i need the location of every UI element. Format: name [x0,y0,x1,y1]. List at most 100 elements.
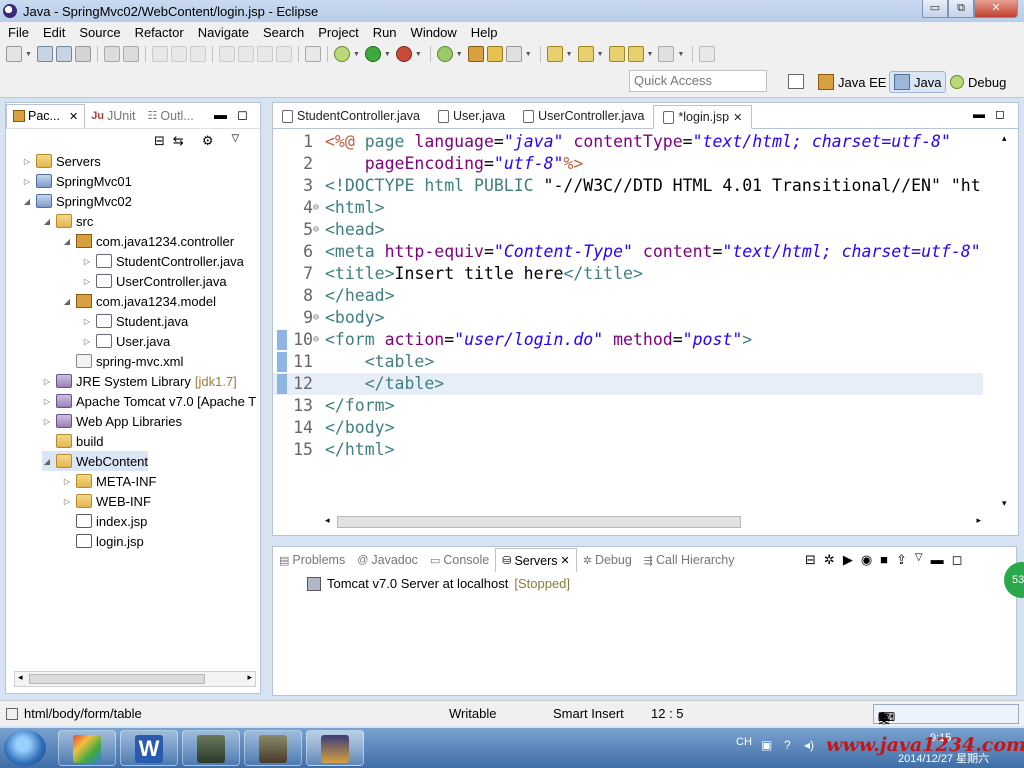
quick-access-input[interactable]: Quick Access [629,70,767,92]
expanded-arrow-icon[interactable]: ◢ [62,237,72,246]
collapsed-arrow-icon[interactable]: ▷ [82,337,92,346]
code-line[interactable]: 7 <title>Insert title here</title> [273,263,983,285]
minimize-view-icon[interactable]: ▬ [214,107,227,122]
new-java-class-icon[interactable] [436,46,453,62]
menu-source[interactable]: Source [72,25,127,40]
close-icon[interactable]: ✕ [69,110,78,123]
perspective-java-ee[interactable]: Java EE [814,71,890,93]
profile-server-icon[interactable]: ◉ [861,552,872,568]
code-line[interactable]: 4 ⊖ <html> [273,197,983,219]
perspective-java[interactable]: Java [889,71,947,93]
previous-annotation-icon[interactable] [577,46,594,62]
external-tools-icon[interactable] [395,46,412,62]
minimize-button[interactable]: ▭ [922,0,948,18]
expanded-arrow-icon[interactable]: ◢ [42,217,52,226]
back-icon[interactable] [627,46,644,62]
minimize-view-icon[interactable]: ▬ [931,552,944,568]
stop-server-icon[interactable]: ■ [880,552,888,568]
wrench-icon[interactable]: ✎ [878,710,888,724]
code-line[interactable]: 2 pageEncoding="utf-8"%> [273,153,983,175]
fold-icon[interactable]: ⊖ [313,329,319,351]
clock-date[interactable]: 2014/12/27 星期六 [898,750,989,766]
code-line[interactable]: 5 ⊖ <head> [273,219,983,241]
scroll-down-icon[interactable]: ▾ [1002,498,1007,509]
menu-window[interactable]: Window [404,25,464,40]
tree-item[interactable]: ▷ Student.java [82,311,188,331]
editor-horizontal-scrollbar[interactable]: ◂ ▸ [325,515,981,529]
focus-icon[interactable]: ⚙ [202,133,214,149]
maximize-view-icon[interactable]: ◻ [952,552,963,568]
maximize-button[interactable]: ⧉ [948,0,974,18]
open-perspective-icon[interactable] [788,74,804,89]
volume-icon[interactable]: ◂) [804,738,814,752]
code-line[interactable]: 8 </head> [273,285,983,307]
bottom-tab[interactable]: ▤ Problems [273,548,351,572]
fold-icon[interactable]: ⊖ [313,307,319,329]
collapsed-arrow-icon[interactable]: ▷ [42,397,52,406]
open-folder-icon[interactable] [486,46,503,62]
editor-tab[interactable]: User.java [429,104,514,128]
bottom-tab[interactable]: ⇶ Call Hierarchy [638,548,741,572]
back-dropdown-icon[interactable]: ▼ [647,51,654,58]
toggle-breadcrumb-icon[interactable] [103,46,120,62]
expanded-arrow-icon[interactable]: ◢ [62,297,72,306]
editor-tab[interactable]: UserController.java [514,104,653,128]
save-icon[interactable] [36,46,53,62]
previous-annotation-dropdown-icon[interactable]: ▼ [597,51,604,58]
view-menu-icon[interactable]: ▽ [231,133,239,149]
fold-icon[interactable]: ⊖ [313,197,319,219]
tab-junit[interactable]: Ju JUnit [85,104,141,128]
tree-item[interactable]: ▷ Apache Tomcat v7.0 [Apache T [42,391,256,411]
collapse-icon[interactable]: ⊟ [805,552,816,568]
collapsed-arrow-icon[interactable]: ▷ [62,477,72,486]
expanded-arrow-icon[interactable]: ◢ [22,197,32,206]
code-line[interactable]: 12 </table> [273,373,983,395]
code-area[interactable]: 1 <%@ page language="java" contentType="t… [273,131,983,511]
collapse-all-icon[interactable]: ⊟ [154,133,165,149]
code-line[interactable]: 1 <%@ page language="java" contentType="t… [273,131,983,153]
tree-item[interactable]: index.jsp [62,511,147,531]
taskbar-app-word[interactable]: W [120,730,178,766]
menu-file[interactable]: File [0,25,36,40]
maximize-editor-icon[interactable]: ◻ [995,107,1005,121]
next-annotation-dropdown-icon[interactable]: ▼ [566,51,573,58]
menu-help[interactable]: Help [464,25,505,40]
undo-icon[interactable] [151,46,168,62]
network-icon[interactable]: ▣ [761,738,772,752]
new-dropdown-icon[interactable]: ▼ [25,51,32,58]
save-all-icon[interactable] [55,46,72,62]
scroll-left-icon[interactable]: ◂ [18,672,23,683]
menu-run[interactable]: Run [366,25,404,40]
tree-item[interactable]: ◢ src [42,211,93,231]
print-icon[interactable] [74,46,91,62]
ime-toolbar[interactable]: Ⓠ 英 ☾ °, ⌨ ✥ ✎ [873,704,1019,726]
tree-item[interactable]: ▷ WEB-INF [62,491,151,511]
view-menu-icon[interactable]: ▽ [915,552,923,568]
search-dropdown-icon[interactable]: ▼ [525,51,532,58]
menu-search[interactable]: Search [256,25,311,40]
new-icon[interactable] [6,46,22,62]
tree-item[interactable]: ▷ SpringMvc01 [22,171,132,191]
code-line[interactable]: 13 </form> [273,395,983,417]
menu-edit[interactable]: Edit [36,25,72,40]
last-edit-location-icon[interactable] [608,46,625,62]
refresh-icon[interactable] [189,46,206,62]
mark-occurrences-icon[interactable] [122,46,139,62]
open-type-icon[interactable] [467,46,484,62]
tree-item[interactable]: spring-mvc.xml [62,351,183,371]
tree-item[interactable]: ◢ com.java1234.model [62,291,216,311]
editor-tab[interactable]: *login.jsp ✕ [653,105,753,129]
code-line[interactable]: 9 ⊖ <body> [273,307,983,329]
minimize-editor-icon[interactable]: ▬ [973,107,985,121]
tree-item[interactable]: ▷ META-INF [62,471,157,491]
tree-item[interactable]: ◢ WebContent [42,451,149,471]
horizontal-scrollbar[interactable]: ◂ ▸ [14,671,256,687]
tree-item[interactable]: ▷ StudentController.java [82,251,244,271]
scrollbar-thumb[interactable] [29,674,205,684]
taskbar-app-tool[interactable] [182,730,240,766]
help-icon[interactable]: ? [784,738,791,752]
collapsed-arrow-icon[interactable]: ▷ [82,317,92,326]
tree-item[interactable]: ▷ Servers [22,151,101,171]
code-line[interactable]: 6 <meta http-equiv="Content-Type" content… [273,241,983,263]
search-icon[interactable] [505,46,522,62]
